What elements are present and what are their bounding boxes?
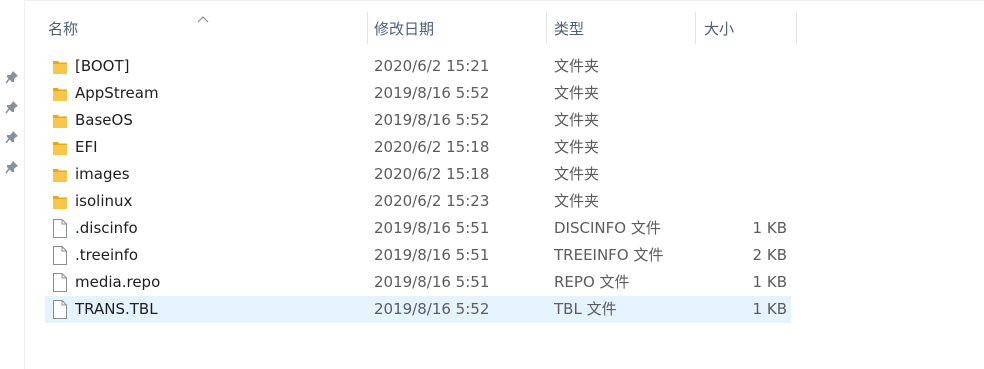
file-row[interactable]: media.repo 2019/8/16 5:51 REPO 文件 1 KB [45,269,791,296]
column-divider[interactable] [796,12,797,44]
sort-ascending-icon [197,9,209,23]
file-type: REPO 文件 [554,273,630,291]
file-type: 文件夹 [554,192,600,210]
pin-icon[interactable] [5,100,19,114]
file-modified-date: 2019/8/16 5:51 [374,246,490,264]
file-icon [52,246,68,265]
folder-icon [52,165,68,184]
file-modified-date: 2020/6/2 15:21 [374,57,490,75]
file-name: images [75,165,130,183]
file-type: 文件夹 [554,84,600,102]
file-row[interactable]: images 2020/6/2 15:18 文件夹 [45,161,791,188]
file-type: 文件夹 [554,57,600,75]
file-name: BaseOS [75,111,133,129]
column-header-size[interactable]: 大小 [704,0,734,44]
column-divider[interactable] [695,12,696,44]
file-modified-date: 2019/8/16 5:52 [374,300,490,318]
column-header-name[interactable]: 名称 [48,0,78,44]
file-size: 1 KB [752,300,787,318]
pin-icon[interactable] [5,130,19,144]
file-type: TREEINFO 文件 [554,246,664,264]
file-size: 2 KB [752,246,787,264]
file-type: TBL 文件 [554,300,617,318]
file-explorer-window: 名称 修改日期 类型 大小 [BOOT] 2020/6/2 15:21 文件夹 App… [0,0,984,369]
file-modified-date: 2020/6/2 15:23 [374,192,490,210]
file-icon [52,219,68,238]
column-divider[interactable] [546,12,547,44]
file-row[interactable]: BaseOS 2019/8/16 5:52 文件夹 [45,107,791,134]
folder-icon [52,192,68,211]
file-icon [52,300,68,319]
file-name: TRANS.TBL [75,300,158,318]
file-name: .treeinfo [75,246,139,264]
file-size: 1 KB [752,273,787,291]
folder-icon [52,111,68,130]
file-modified-date: 2019/8/16 5:51 [374,273,490,291]
folder-icon [52,84,68,103]
file-name: isolinux [75,192,133,210]
folder-icon [52,57,68,76]
column-header-date[interactable]: 修改日期 [374,0,434,44]
file-modified-date: 2020/6/2 15:18 [374,138,490,156]
pin-icon[interactable] [5,160,19,174]
file-type: 文件夹 [554,138,600,156]
file-name: AppStream [75,84,159,102]
file-name: EFI [75,138,98,156]
file-row[interactable]: [BOOT] 2020/6/2 15:21 文件夹 [45,53,791,80]
file-type: 文件夹 [554,165,600,183]
file-row[interactable]: .treeinfo 2019/8/16 5:51 TREEINFO 文件 2 KB [45,242,791,269]
file-row[interactable]: AppStream 2019/8/16 5:52 文件夹 [45,80,791,107]
file-modified-date: 2019/8/16 5:52 [374,84,490,102]
file-name: media.repo [75,273,161,291]
file-name: [BOOT] [75,57,130,75]
quick-access-pin-strip [0,0,25,369]
file-row[interactable]: .discinfo 2019/8/16 5:51 DISCINFO 文件 1 KB [45,215,791,242]
file-row[interactable]: isolinux 2020/6/2 15:23 文件夹 [45,188,791,215]
file-modified-date: 2019/8/16 5:51 [374,219,490,237]
file-name: .discinfo [75,219,138,237]
file-modified-date: 2020/6/2 15:18 [374,165,490,183]
column-header-bar: 名称 修改日期 类型 大小 [24,0,984,44]
file-size: 1 KB [752,219,787,237]
file-modified-date: 2019/8/16 5:52 [374,111,490,129]
pin-icon[interactable] [5,70,19,84]
file-type: 文件夹 [554,111,600,129]
folder-icon [52,138,68,157]
column-divider[interactable] [367,12,368,44]
file-type: DISCINFO 文件 [554,219,661,237]
file-icon [52,273,68,292]
file-row[interactable]: TRANS.TBL 2019/8/16 5:52 TBL 文件 1 KB [45,296,791,323]
column-header-type[interactable]: 类型 [554,0,584,44]
file-row[interactable]: EFI 2020/6/2 15:18 文件夹 [45,134,791,161]
